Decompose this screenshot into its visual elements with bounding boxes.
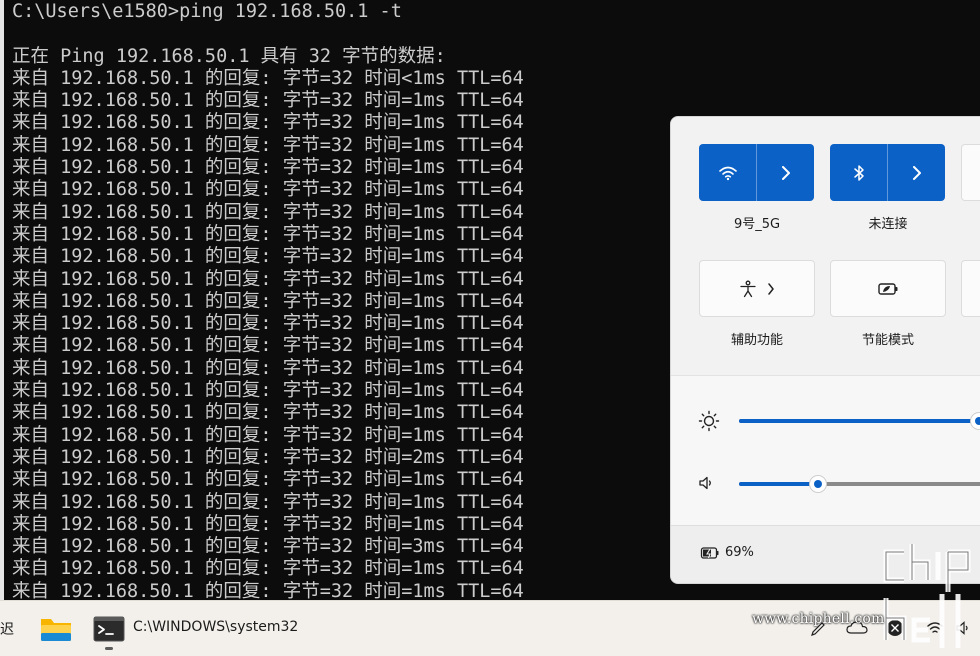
chevron-right-icon — [912, 165, 921, 180]
terminal-line: 来自 192.168.50.1 的回复: 字节=32 时间=1ms TTL=64 — [12, 268, 524, 290]
quick-settings-panel: 9号_5G 未连接 辅助功能 节能模式 69% — [670, 116, 980, 584]
bluetooth-icon — [853, 164, 864, 181]
terminal-line: 来自 192.168.50.1 的回复: 字节=32 时间=1ms TTL=64 — [12, 513, 524, 535]
terminal-line: 来自 192.168.50.1 的回复: 字节=32 时间=1ms TTL=64 — [12, 157, 524, 179]
quick-settings-sliders — [671, 375, 980, 526]
terminal-output: C:\Users\e1580>ping 192.168.50.1 -t 正在 Pi… — [12, 1, 524, 600]
brightness-slider-fill — [739, 419, 979, 423]
terminal-line: 来自 192.168.50.1 的回复: 字节=32 时间=1ms TTL=64 — [12, 424, 524, 446]
bluetooth-label: 未连接 — [868, 217, 908, 232]
terminal-line: 来自 192.168.50.1 的回复: 字节=32 时间=1ms TTL=64 — [12, 201, 524, 223]
taskbar-running-indicator — [105, 647, 113, 650]
bluetooth-toggle[interactable] — [830, 144, 945, 201]
wifi-toggle[interactable] — [699, 144, 814, 201]
battery-saver-icon — [878, 282, 898, 295]
wifi-expand-button[interactable] — [757, 144, 814, 201]
volume-slider-fill — [739, 482, 818, 486]
terminal-line: 来自 192.168.50.1 的回复: 字节=32 时间=1ms TTL=64 — [12, 491, 524, 513]
taskbar-app-file-explorer[interactable] — [38, 611, 74, 647]
chevron-right-icon — [781, 165, 790, 180]
folder-icon — [41, 619, 71, 641]
battery-charging-icon — [700, 546, 719, 559]
quick-tile-partial[interactable] — [961, 144, 980, 201]
terminal-line: C:\Users\e1580>ping 192.168.50.1 -t — [12, 1, 402, 22]
terminal-line: 来自 192.168.50.1 的回复: 字节=32 时间=1ms TTL=64 — [12, 313, 524, 335]
chevron-right-icon — [768, 282, 774, 295]
accessibility-label: 辅助功能 — [730, 333, 783, 348]
battery-percent: 69% — [725, 545, 754, 560]
bluetooth-button[interactable] — [830, 144, 887, 201]
brightness-icon — [698, 410, 720, 432]
brightness-slider-thumb[interactable] — [970, 412, 980, 430]
terminal-line: 来自 192.168.50.1 的回复: 字节=32 时间=1ms TTL=64 — [12, 335, 524, 357]
taskbar-app-cmd-label: C:\WINDOWS\system32 — [133, 619, 299, 635]
terminal-line: 来自 192.168.50.1 的回复: 字节=32 时间=2ms TTL=64 — [12, 446, 524, 468]
wifi-label: 9号_5G — [733, 217, 781, 232]
bluetooth-expand-button[interactable] — [888, 144, 945, 201]
accessibility-toggle[interactable] — [699, 260, 815, 317]
terminal-line: 来自 192.168.50.1 的回复: 字节=32 时间=1ms TTL=64 — [12, 580, 524, 600]
terminal-line: 来自 192.168.50.1 的回复: 字节=32 时间=1ms TTL=64 — [12, 402, 524, 424]
volume-icon — [699, 476, 711, 490]
terminal-line: 来自 192.168.50.1 的回复: 字节=32 时间=1ms TTL=64 — [12, 179, 524, 201]
terminal-line: 来自 192.168.50.1 的回复: 字节=32 时间=1ms TTL=64 — [12, 290, 524, 312]
terminal-line: 来自 192.168.50.1 的回复: 字节=32 时间=1ms TTL=64 — [12, 469, 524, 491]
wifi-button[interactable] — [699, 144, 756, 201]
volume-slider[interactable] — [739, 482, 980, 486]
wifi-icon — [718, 166, 737, 180]
terminal-line: 来自 192.168.50.1 的回复: 字节=32 时间=1ms TTL=64 — [12, 357, 524, 379]
taskbar: 迟 C:\WINDOWS\system32 — [0, 600, 980, 656]
taskbar-left-text: 迟 — [0, 622, 14, 638]
terminal-line: 来自 192.168.50.1 的回复: 字节=32 时间=1ms TTL=64 — [12, 90, 524, 112]
volume-slider-thumb[interactable] — [809, 475, 827, 493]
window-edge — [0, 0, 4, 600]
terminal-line: 来自 192.168.50.1 的回复: 字节=32 时间=1ms TTL=64 — [12, 558, 524, 580]
accessibility-icon — [740, 280, 756, 297]
terminal-line: 来自 192.168.50.1 的回复: 字节=32 时间<1ms TTL=64 — [12, 67, 524, 89]
terminal-line: 来自 192.168.50.1 的回复: 字节=32 时间=1ms TTL=64 — [12, 246, 524, 268]
quick-settings-tiles: 9号_5G 未连接 辅助功能 节能模式 — [671, 117, 980, 375]
terminal-line: 来自 192.168.50.1 的回复: 字节=32 时间=1ms TTL=64 — [12, 380, 524, 402]
chiphell-watermark-logo — [883, 544, 971, 648]
terminal-line: 来自 192.168.50.1 的回复: 字节=32 时间=1ms TTL=64 — [12, 112, 524, 134]
terminal-icon — [93, 616, 125, 642]
terminal-line: 来自 192.168.50.1 的回复: 字节=32 时间=1ms TTL=64 — [12, 223, 524, 245]
watermark-url: www.chiphell.com — [752, 611, 885, 627]
battery-saver-toggle[interactable] — [830, 260, 946, 317]
battery-status[interactable]: 69% — [700, 545, 754, 560]
taskbar-app-cmd[interactable]: C:\WINDOWS\system32 — [88, 609, 299, 650]
quick-tile-partial-2[interactable] — [961, 260, 980, 317]
brightness-slider[interactable] — [739, 419, 979, 423]
battery-saver-label: 节能模式 — [861, 333, 914, 348]
terminal-line: 来自 192.168.50.1 的回复: 字节=32 时间=1ms TTL=64 — [12, 134, 524, 156]
terminal-line: 来自 192.168.50.1 的回复: 字节=32 时间=3ms TTL=64 — [12, 536, 524, 558]
terminal-line: 正在 Ping 192.168.50.1 具有 32 字节的数据: — [12, 45, 446, 67]
